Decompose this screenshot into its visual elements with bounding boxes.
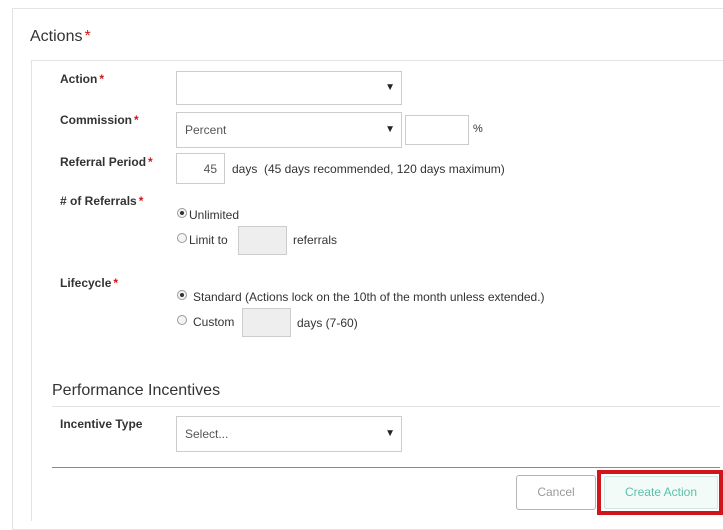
standard-lifecycle-label: Standard (Actions lock on the 10th of th… xyxy=(193,290,545,304)
required-mark: * xyxy=(113,276,119,290)
actions-title: Actions * xyxy=(30,28,91,46)
referral-period-note: (45 days recommended, 120 days maximum) xyxy=(264,162,505,176)
limit-referrals-suffix: referrals xyxy=(293,233,338,247)
referral-period-input[interactable]: 45 xyxy=(176,153,225,184)
incentive-type-value: Select... xyxy=(185,427,229,441)
required-mark: * xyxy=(134,113,139,127)
commission-value-input[interactable] xyxy=(405,115,469,145)
unlimited-radio[interactable] xyxy=(177,208,187,218)
custom-days-input[interactable] xyxy=(242,308,291,337)
lifecycle-label: Lifecycle * xyxy=(60,276,118,290)
referral-period-label-text: Referral Period xyxy=(60,155,147,169)
num-referrals-label: # of Referrals * xyxy=(60,194,143,208)
num-referrals-label-text: # of Referrals xyxy=(60,194,137,208)
custom-lifecycle-radio[interactable] xyxy=(177,315,187,325)
custom-days-suffix: days (7-60) xyxy=(297,316,358,330)
commission-label: Commission * xyxy=(60,113,139,127)
incentive-type-select[interactable]: Select... ▼ xyxy=(176,416,402,452)
action-select[interactable]: ▼ xyxy=(176,71,402,105)
chevron-down-icon: ▼ xyxy=(385,82,395,93)
limit-to-label: Limit to xyxy=(189,233,228,247)
standard-lifecycle-radio[interactable] xyxy=(177,290,187,300)
action-label: Action * xyxy=(60,72,104,86)
cancel-button[interactable]: Cancel xyxy=(516,475,596,510)
custom-lifecycle-label: Custom xyxy=(193,315,235,329)
commission-type-value: Percent xyxy=(185,123,227,137)
required-mark: * xyxy=(148,155,153,169)
required-mark: * xyxy=(84,28,91,45)
actions-title-text: Actions xyxy=(30,28,83,45)
footer-divider xyxy=(52,467,720,468)
referral-period-label: Referral Period * xyxy=(60,155,153,169)
lifecycle-label-text: Lifecycle xyxy=(60,276,112,290)
limit-to-radio[interactable] xyxy=(177,233,187,243)
commission-type-select[interactable]: Percent ▼ xyxy=(176,112,402,148)
chevron-down-icon: ▼ xyxy=(385,124,395,135)
create-action-button[interactable]: Create Action xyxy=(604,476,718,509)
limit-referrals-input[interactable] xyxy=(238,226,287,255)
required-mark: * xyxy=(138,194,144,208)
referral-period-unit: days xyxy=(232,162,258,176)
referral-period-value: 45 xyxy=(203,162,217,176)
commission-label-text: Commission xyxy=(60,113,133,127)
chevron-down-icon: ▼ xyxy=(385,428,395,439)
percent-unit: % xyxy=(473,123,483,135)
action-label-text: Action xyxy=(60,72,98,86)
performance-incentives-title: Performance Incentives xyxy=(52,382,221,399)
unlimited-label: Unlimited xyxy=(189,208,240,222)
required-mark: * xyxy=(99,72,105,86)
performance-divider xyxy=(52,406,720,407)
incentive-type-label: Incentive Type xyxy=(60,417,143,431)
